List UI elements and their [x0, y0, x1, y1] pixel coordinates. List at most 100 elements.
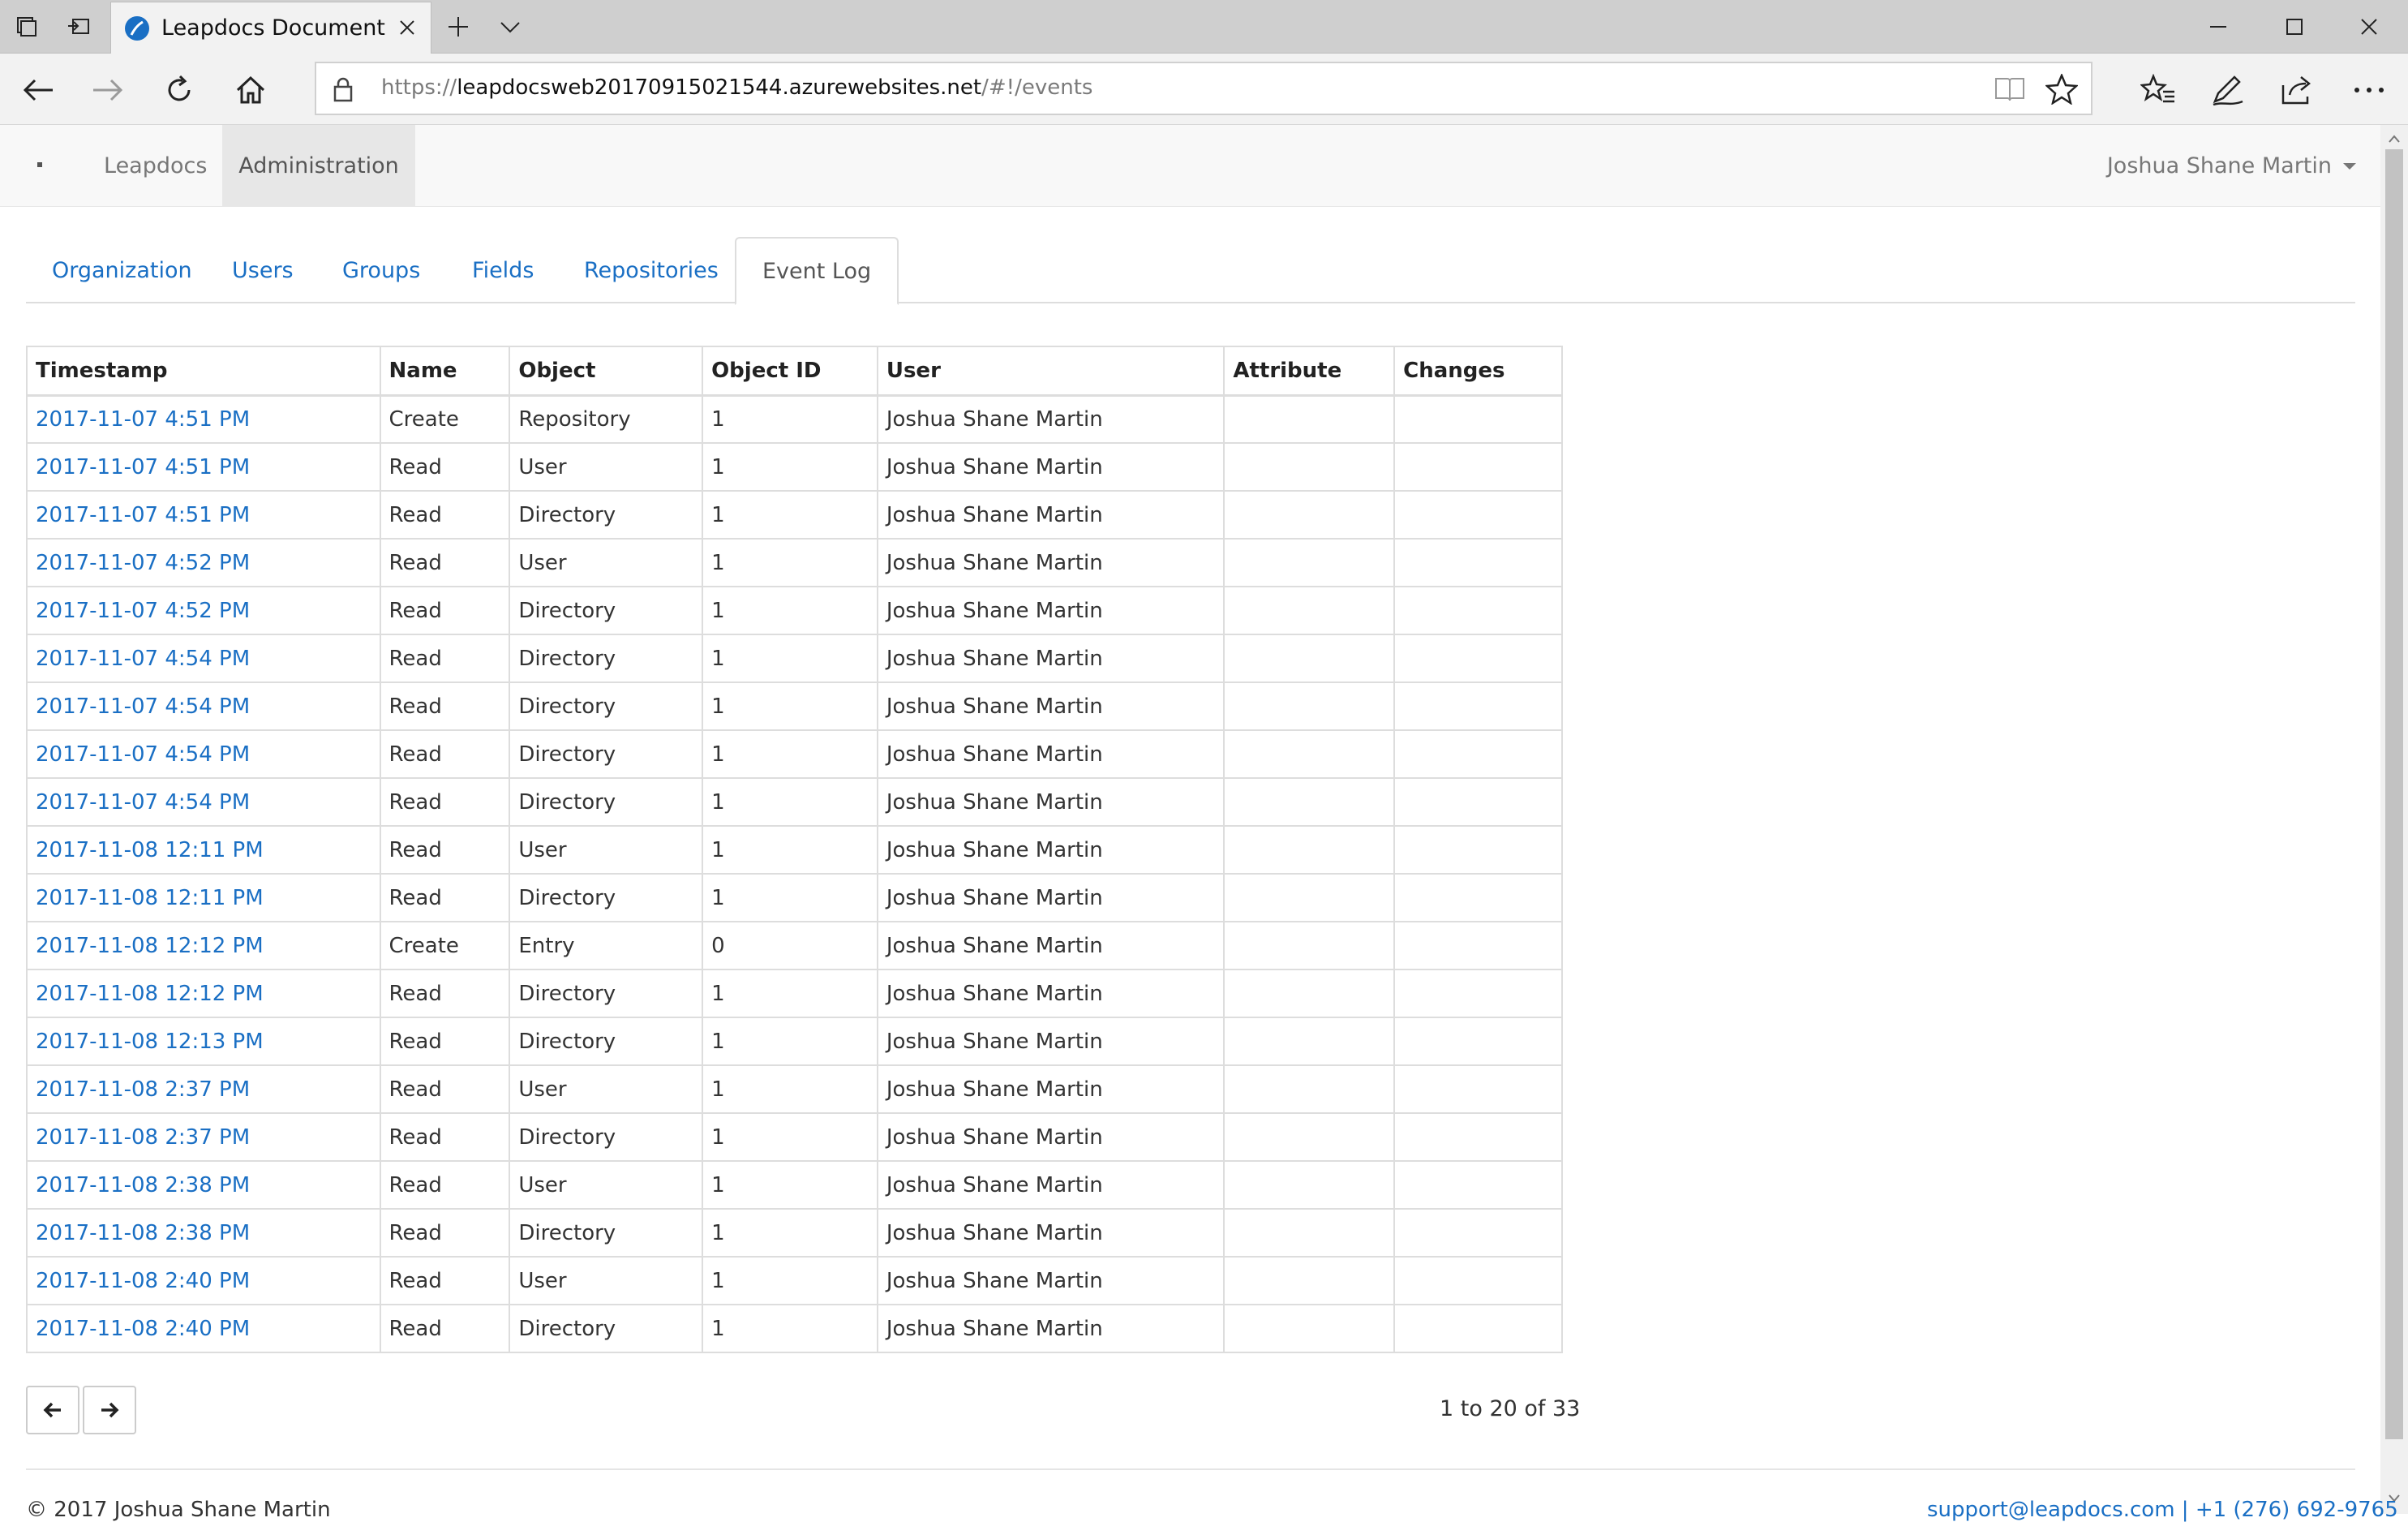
new-tab-icon[interactable] — [438, 8, 479, 45]
cell-timestamp[interactable]: 2017-11-08 12:12 PM — [26, 969, 381, 1018]
close-window-icon[interactable] — [2333, 0, 2406, 54]
url-scheme: https:// — [381, 75, 457, 100]
cell-user: Joshua Shane Martin — [876, 1256, 1225, 1305]
cell-user: Joshua Shane Martin — [876, 729, 1225, 779]
cell-changes — [1393, 1160, 1563, 1210]
cell-timestamp[interactable]: 2017-11-08 2:38 PM — [26, 1208, 381, 1258]
user-name: Joshua Shane Martin — [2106, 153, 2332, 178]
close-tab-icon[interactable] — [395, 15, 419, 40]
table-row: 2017-11-08 12:12 PM Create Entry 0 Joshua Sh… — [26, 921, 1563, 970]
cell-object-id: 1 — [702, 586, 878, 635]
previous-page-button[interactable] — [26, 1386, 79, 1434]
cell-timestamp[interactable]: 2017-11-07 4:54 PM — [26, 681, 381, 731]
tab-groups[interactable]: Groups — [316, 237, 446, 303]
star-list-icon[interactable] — [2138, 70, 2178, 110]
back-arrow-icon[interactable] — [18, 70, 58, 110]
cell-timestamp[interactable]: 2017-11-08 12:11 PM — [26, 825, 381, 875]
tab-repositories[interactable]: Repositories — [558, 237, 745, 303]
cell-changes — [1393, 586, 1563, 635]
column-header-name: Name — [379, 346, 511, 397]
cell-timestamp[interactable]: 2017-11-08 12:11 PM — [26, 873, 381, 922]
footer-contact-link[interactable]: support@leapdocs.com | +1 (276) 692-9765 — [1927, 1498, 2398, 1522]
cell-object: User — [509, 825, 704, 875]
nav-administration[interactable]: Administration — [222, 125, 415, 207]
refresh-icon[interactable] — [159, 70, 200, 110]
tab-users[interactable]: Users — [206, 237, 320, 303]
cell-object-id: 1 — [702, 1160, 878, 1210]
cell-object-id: 1 — [702, 634, 878, 683]
cell-timestamp[interactable]: 2017-11-08 2:38 PM — [26, 1160, 381, 1210]
nav-leapdocs[interactable]: Leapdocs — [81, 125, 230, 207]
cell-attribute — [1223, 1017, 1396, 1066]
ellipsis-icon[interactable] — [2349, 70, 2389, 110]
cell-user: Joshua Shane Martin — [876, 1160, 1225, 1210]
table-row: 2017-11-08 12:11 PM Read Directory 1 Joshua … — [26, 873, 1563, 922]
tab-manager-icon[interactable] — [6, 8, 47, 45]
browser-tab-active[interactable]: Leapdocs Document Ma — [110, 2, 431, 54]
tab-preview-chevron-icon[interactable] — [490, 8, 530, 45]
cell-name: Read — [379, 681, 511, 731]
cell-object-id: 1 — [702, 1208, 878, 1258]
caret-down-icon — [2343, 162, 2356, 170]
pen-icon[interactable] — [2208, 70, 2248, 110]
cell-attribute — [1223, 442, 1396, 492]
cell-timestamp[interactable]: 2017-11-07 4:54 PM — [26, 729, 381, 779]
cell-timestamp[interactable]: 2017-11-07 4:54 PM — [26, 634, 381, 683]
cell-timestamp[interactable]: 2017-11-07 4:51 PM — [26, 442, 381, 492]
tab-event-log[interactable]: Event Log — [735, 237, 899, 305]
cell-timestamp[interactable]: 2017-11-07 4:52 PM — [26, 538, 381, 587]
home-icon[interactable] — [230, 70, 271, 110]
forward-arrow-icon[interactable] — [88, 70, 128, 110]
table-row: 2017-11-08 2:37 PM Read User 1 Joshua Shane … — [26, 1064, 1563, 1114]
cell-object: User — [509, 442, 704, 492]
cell-object: User — [509, 1064, 704, 1114]
browser-navbar: https://leapdocsweb20170915021544.azurew… — [0, 54, 2408, 125]
cell-attribute — [1223, 538, 1396, 587]
brand-icon[interactable] — [37, 162, 42, 167]
cell-object-id: 1 — [702, 1017, 878, 1066]
cell-timestamp[interactable]: 2017-11-07 4:51 PM — [26, 394, 381, 444]
next-page-button[interactable] — [83, 1386, 136, 1434]
page-scrollbar[interactable] — [2380, 125, 2408, 1514]
cell-timestamp[interactable]: 2017-11-08 2:40 PM — [26, 1256, 381, 1305]
cell-name: Create — [379, 921, 511, 970]
user-menu[interactable]: Joshua Shane Martin — [2107, 125, 2356, 207]
cell-attribute — [1223, 873, 1396, 922]
cell-timestamp[interactable]: 2017-11-07 4:52 PM — [26, 586, 381, 635]
set-aside-tabs-icon[interactable] — [58, 8, 99, 45]
cell-user: Joshua Shane Martin — [876, 1064, 1225, 1114]
scrollbar-thumb[interactable] — [2385, 149, 2403, 1439]
table-row: 2017-11-07 4:54 PM Read Directory 1 Joshua S… — [26, 729, 1563, 779]
cell-changes — [1393, 490, 1563, 540]
cell-timestamp[interactable]: 2017-11-08 2:40 PM — [26, 1304, 381, 1353]
cell-object: Directory — [509, 729, 704, 779]
scroll-up-arrow-icon[interactable] — [2380, 128, 2408, 149]
address-bar[interactable]: https://leapdocsweb20170915021544.azurew… — [315, 62, 2093, 115]
cell-object-id: 1 — [702, 729, 878, 779]
cell-timestamp[interactable]: 2017-11-07 4:54 PM — [26, 777, 381, 827]
cell-object-id: 1 — [702, 1064, 878, 1114]
minimize-window-icon[interactable] — [2182, 0, 2255, 54]
book-icon[interactable] — [1992, 73, 2028, 105]
cell-user: Joshua Shane Martin — [876, 1112, 1225, 1162]
cell-user: Joshua Shane Martin — [876, 442, 1225, 492]
cell-attribute — [1223, 634, 1396, 683]
share-icon[interactable] — [2277, 70, 2318, 110]
cell-attribute — [1223, 1160, 1396, 1210]
cell-user: Joshua Shane Martin — [876, 634, 1225, 683]
cell-timestamp[interactable]: 2017-11-08 2:37 PM — [26, 1064, 381, 1114]
cell-timestamp[interactable]: 2017-11-08 12:13 PM — [26, 1017, 381, 1066]
maximize-window-icon[interactable] — [2258, 0, 2331, 54]
tab-fields[interactable]: Fields — [446, 237, 560, 303]
tab-organization[interactable]: Organization — [26, 237, 218, 303]
cell-object: Directory — [509, 490, 704, 540]
cell-user: Joshua Shane Martin — [876, 394, 1225, 444]
cell-timestamp[interactable]: 2017-11-07 4:51 PM — [26, 490, 381, 540]
cell-name: Create — [379, 394, 511, 444]
cell-timestamp[interactable]: 2017-11-08 2:37 PM — [26, 1112, 381, 1162]
cell-object: Directory — [509, 1017, 704, 1066]
cell-name: Read — [379, 729, 511, 779]
cell-user: Joshua Shane Martin — [876, 586, 1225, 635]
star-icon[interactable] — [2044, 73, 2080, 105]
cell-timestamp[interactable]: 2017-11-08 12:12 PM — [26, 921, 381, 970]
